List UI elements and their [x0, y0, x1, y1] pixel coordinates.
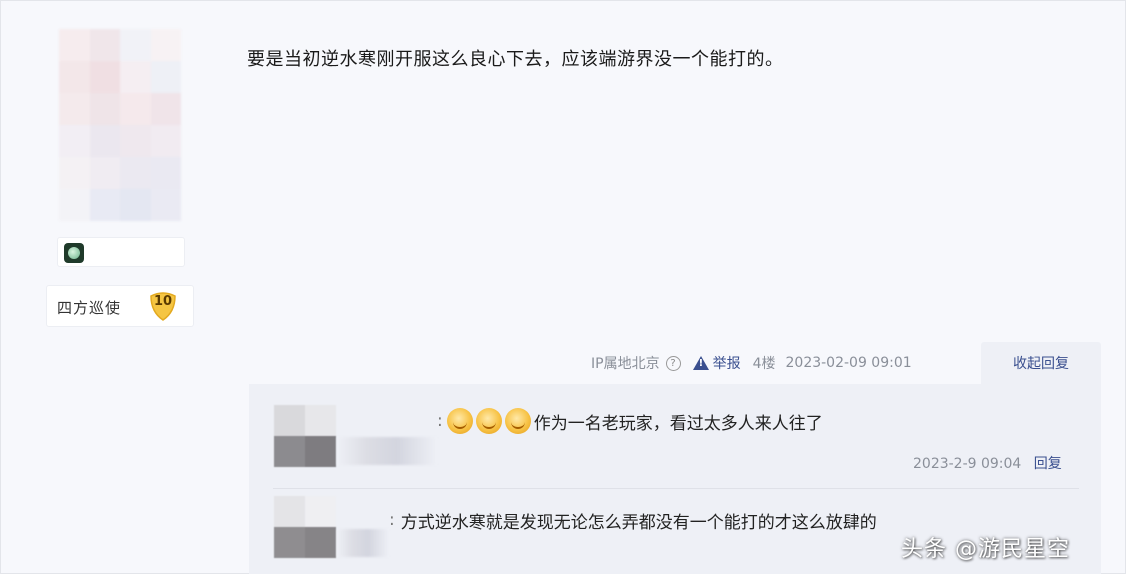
reply-content: : 方式逆水寒就是发现无论怎么弄都没有一个能打的才这么放肆的: [389, 507, 877, 533]
user-level-icon: [64, 243, 84, 263]
author-name-row[interactable]: [57, 237, 185, 267]
report-button[interactable]: 举报: [692, 353, 741, 373]
reply-content: : 作为一名老玩家，看过太多人来人往了: [437, 406, 823, 436]
help-icon[interactable]: ?: [665, 355, 681, 371]
smiley-icon: [446, 408, 473, 434]
level-number: 10: [153, 294, 173, 309]
reply-meta: 2023-2-9 09:04 回复: [913, 453, 1062, 473]
reply-prefix: :: [437, 411, 443, 431]
reply-button[interactable]: 回复: [1034, 456, 1062, 472]
floor-number: 4楼: [752, 356, 776, 372]
reply-prefix: :: [389, 510, 395, 530]
reply-text: 方式逆水寒就是发现无论怎么弄都没有一个能打的才这么放肆的: [400, 512, 877, 533]
author-avatar[interactable]: [59, 29, 181, 221]
reply-timestamp: 2023-2-9 09:04: [913, 456, 1022, 472]
post-content: 要是当初逆水寒刚开服这么良心下去，应该端游界没一个能打的。: [247, 49, 784, 70]
reply-author-name[interactable]: [337, 437, 437, 465]
author-title: 四方巡使: [57, 299, 122, 317]
author-title-badge: 四方巡使 10: [46, 285, 194, 327]
smiley-icon: [475, 408, 502, 434]
author-sidebar: 四方巡使 10: [1, 1, 226, 574]
watermark: 头条 @游民星空: [901, 537, 1070, 562]
reply-divider: [273, 488, 1079, 489]
ip-location: IP属地北京: [591, 356, 660, 372]
report-label: 举报: [712, 356, 741, 372]
comment-frame: 四方巡使 10 要是当初逆水寒刚开服这么良心下去，应该端游界没一个能打的。 IP…: [0, 0, 1126, 574]
warning-icon: [692, 356, 709, 370]
smiley-icon: [504, 408, 531, 434]
reply-avatar[interactable]: [274, 496, 336, 558]
reply-avatar[interactable]: [274, 405, 336, 467]
reply-text: 作为一名老玩家，看过太多人来人往了: [533, 413, 823, 434]
post-timestamp: 2023-02-09 09:01: [785, 355, 912, 371]
post-meta: IP属地北京 ? 举报 4楼 2023-02-09 09:01: [591, 351, 912, 375]
reply-author-name[interactable]: [337, 529, 389, 557]
collapse-replies-button[interactable]: 收起回复: [981, 342, 1101, 384]
